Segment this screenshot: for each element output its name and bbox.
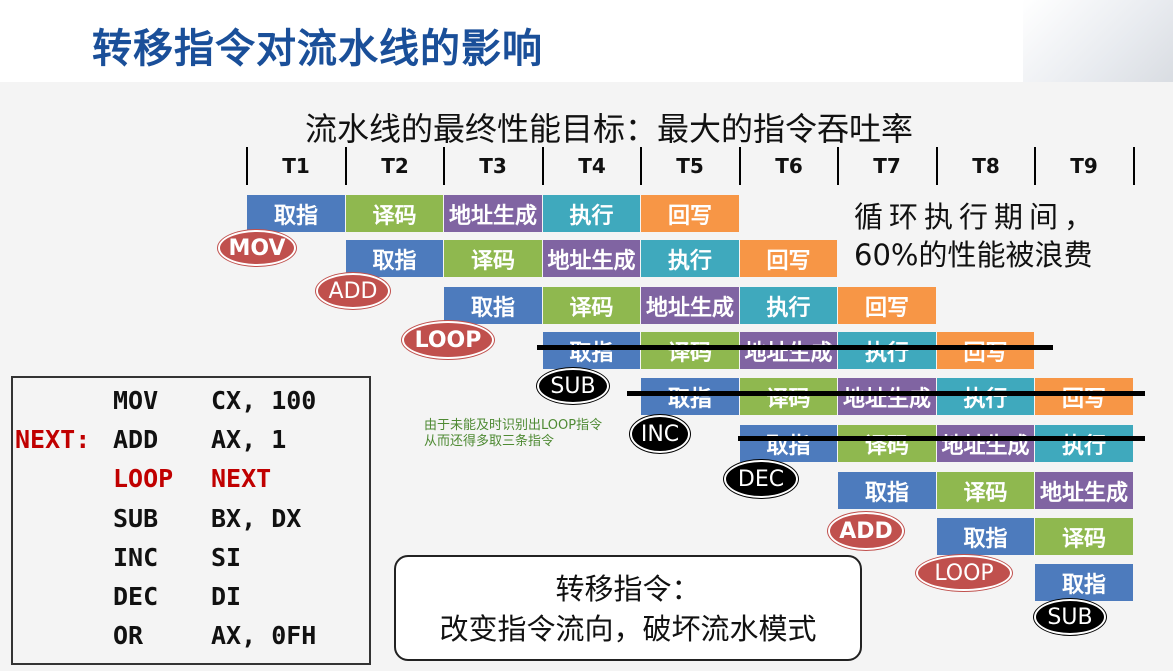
time-label-t7: T7 [873, 154, 901, 178]
time-label-t3: T3 [479, 154, 507, 178]
performance-note-line2: 60%的性能被浪费 [854, 238, 1093, 272]
stage-exec: 执行 [1035, 425, 1133, 462]
prefetch-note-line1: 由于未能及时识别出LOOP指令 [424, 418, 603, 433]
code-args: AX, 0FH [211, 621, 317, 650]
stage-write: 回写 [1035, 378, 1133, 415]
code-args: BX, DX [211, 504, 302, 533]
stage-exec: 执行 [543, 195, 640, 232]
code-label: NEXT: [15, 425, 91, 454]
stage-fetch: 取指 [346, 240, 443, 277]
stage-addr: 地址生成 [543, 240, 640, 277]
instr-badge-add: ADD [316, 273, 390, 309]
stage-fetch: 取指 [444, 287, 542, 324]
assembly-code-box: MOV CX, 100 NEXT: ADD AX, 1 LOOP NEXT SU… [11, 376, 371, 665]
code-args: SI [211, 543, 242, 572]
stage-decode: 译码 [543, 287, 640, 324]
stage-decode: 译码 [937, 472, 1034, 509]
stage-fetch: 取指 [641, 378, 739, 415]
time-label-t4: T4 [578, 154, 606, 178]
stage-fetch: 取指 [247, 195, 345, 232]
prefetch-note: 由于未能及时识别出LOOP指令 从而还得多取三条指令 [424, 418, 602, 450]
code-args: NEXT [211, 464, 272, 493]
callout-line2: 改变指令流向，破坏流水模式 [439, 612, 817, 646]
instr-badge-loop: LOOP [402, 321, 494, 359]
stage-decode: 译码 [838, 425, 936, 462]
time-tick [1133, 147, 1135, 185]
stage-exec: 执行 [740, 287, 837, 324]
stage-exec: 执行 [641, 240, 739, 277]
time-label-t8: T8 [972, 154, 1000, 178]
stage-exec: 执行 [937, 378, 1034, 415]
stage-write: 回写 [740, 240, 837, 277]
instr-badge-mov: MOV [218, 230, 296, 266]
time-label-t9: T9 [1070, 154, 1098, 178]
instr-badge-sub: SUB [537, 368, 609, 404]
time-label-t5: T5 [676, 154, 704, 178]
stage-addr: 地址生成 [444, 195, 542, 232]
performance-note: 循环执行期间， 60%的性能被浪费 [854, 198, 1099, 274]
stage-decode: 译码 [641, 332, 739, 369]
stage-fetch: 取指 [740, 425, 837, 462]
stage-addr: 地址生成 [1035, 472, 1133, 509]
flush-strike-line [627, 391, 1145, 396]
header-bar: 转移指令对流水线的影响 [0, 0, 1173, 82]
instr-badge-sub: SUB [1034, 599, 1106, 635]
header-decoration [1023, 0, 1173, 82]
instr-badge-add: ADD [828, 512, 904, 550]
stage-write: 回写 [641, 195, 739, 232]
code-op: LOOP [113, 464, 174, 493]
flush-strike-line [537, 345, 1053, 350]
code-op: DEC [113, 582, 159, 611]
stage-fetch: 取指 [1035, 564, 1133, 601]
prefetch-note-line2: 从而还得多取三条指令 [424, 434, 555, 449]
code-op: MOV [113, 386, 159, 415]
code-op: OR [113, 621, 144, 650]
stage-decode: 译码 [444, 240, 542, 277]
stage-write: 回写 [838, 287, 936, 324]
instr-badge-dec: DEC [724, 460, 798, 498]
stage-exec: 执行 [838, 332, 936, 369]
instr-badge-inc: INC [630, 415, 690, 453]
stage-addr: 地址生成 [937, 425, 1034, 462]
branch-callout: 转移指令： 改变指令流向，破坏流水模式 [394, 555, 862, 661]
time-label-t2: T2 [381, 154, 409, 178]
code-args: AX, 1 [211, 425, 287, 454]
stage-fetch: 取指 [543, 332, 640, 369]
stage-addr: 地址生成 [838, 378, 936, 415]
stage-decode: 译码 [1035, 518, 1133, 555]
code-op: INC [113, 543, 159, 572]
performance-note-line1: 循环执行期间， [854, 200, 1100, 234]
stage-addr: 地址生成 [740, 332, 837, 369]
stage-write: 回写 [937, 332, 1034, 369]
instr-badge-loop: LOOP [916, 555, 1012, 591]
time-label-t1: T1 [282, 154, 310, 178]
stage-fetch: 取指 [838, 472, 936, 509]
time-label-t6: T6 [775, 154, 803, 178]
code-op: SUB [113, 504, 159, 533]
slide-subtitle: 流水线的最终性能目标：最大的指令吞吐率 [305, 110, 914, 148]
callout-line1: 转移指令： [555, 572, 701, 606]
stage-decode: 译码 [740, 378, 837, 415]
code-op: ADD [113, 425, 159, 454]
code-args: CX, 100 [211, 386, 317, 415]
code-args: DI [211, 582, 242, 611]
flush-strike-line [738, 436, 1145, 441]
slide-title: 转移指令对流水线的影响 [92, 26, 543, 72]
stage-decode: 译码 [346, 195, 443, 232]
stage-addr: 地址生成 [641, 287, 739, 324]
stage-fetch: 取指 [937, 518, 1034, 555]
